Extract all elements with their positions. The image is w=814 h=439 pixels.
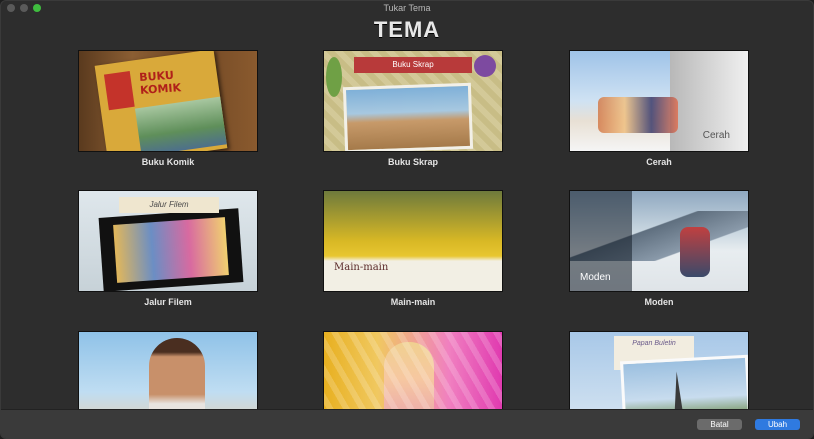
leaf-decoration: [326, 57, 342, 97]
theme-tile-buku-skrap[interactable]: Buku Skrap Buku Skrap: [324, 51, 502, 167]
theme-tile-jalur-filem[interactable]: Jalur Filem Jalur Filem: [79, 191, 257, 307]
bottom-bar: Batal Ubah: [1, 409, 813, 438]
theme-tile-moden[interactable]: Moden Moden: [570, 191, 748, 307]
theme-grid: BUKU KOMIK Buku Komik Buku Skrap Buku Sk…: [1, 1, 813, 432]
change-theme-window: Tukar Tema TEMA BUKU KOMIK Buku Komik Bu…: [0, 0, 814, 439]
theme-label: Buku Komik: [141, 157, 195, 167]
thumbnail-text: Main-main: [334, 262, 389, 273]
theme-thumbnail: Buku Skrap: [324, 51, 502, 151]
people-image: [598, 97, 678, 133]
change-button[interactable]: Ubah: [755, 419, 800, 430]
comic-red-panel: [103, 71, 135, 111]
cancel-button[interactable]: Batal: [697, 419, 742, 430]
theme-thumbnail: BUKU KOMIK: [79, 51, 257, 151]
theme-label: Jalur Filem: [144, 297, 192, 307]
thumbnail-text: Buku Skrap: [354, 57, 472, 73]
theme-thumbnail: Cerah: [570, 51, 748, 151]
film-strip: [98, 208, 244, 291]
theme-tile-cerah[interactable]: Cerah Cerah: [570, 51, 748, 167]
theme-label: Main-main: [390, 297, 436, 307]
theme-label: Buku Skrap: [387, 157, 438, 167]
theme-thumbnail: Main-main: [324, 191, 502, 291]
film-frame: [113, 217, 229, 283]
kids-image: [680, 227, 710, 277]
theme-label: Cerah: [646, 157, 672, 167]
comic-photo: [134, 96, 227, 151]
thumbnail-text: Jalur Filem: [119, 197, 219, 213]
thumbnail-text: BUKU KOMIK: [138, 68, 182, 97]
thumbnail-text: Cerah: [702, 130, 730, 141]
theme-thumbnail: Jalur Filem: [79, 191, 257, 291]
scrapbook-photo: [342, 82, 474, 151]
comic-book-image: BUKU KOMIK: [94, 51, 228, 151]
theme-tile-buku-komik[interactable]: BUKU KOMIK Buku Komik: [79, 51, 257, 167]
theme-thumbnail: Moden: [570, 191, 748, 291]
theme-tile-main-main[interactable]: Main-main Main-main: [324, 191, 502, 307]
thumbnail-text: Moden: [580, 272, 611, 283]
theme-label: Moden: [644, 297, 674, 307]
flower-icon: [474, 55, 496, 77]
